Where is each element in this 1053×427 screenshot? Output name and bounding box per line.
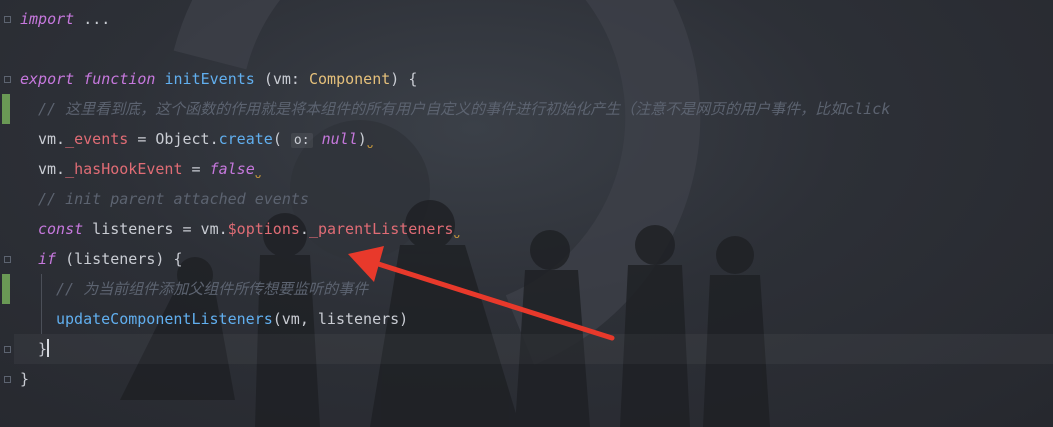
identifier: listeners = vm. [83, 220, 228, 238]
params-open: (vm: [254, 70, 309, 88]
function-name: initEvents [164, 70, 255, 88]
fold-icon[interactable] [4, 256, 11, 263]
code-line-6[interactable]: // init parent attached events [38, 184, 309, 214]
fold-icon[interactable] [4, 346, 11, 353]
warning-squiggle[interactable]: ᴗ [255, 168, 262, 181]
editor-gutter [0, 0, 14, 427]
collapsed-imports[interactable]: ... [74, 10, 110, 28]
current-line-highlight [14, 334, 1053, 364]
code-line-8[interactable]: if (listeners) { [38, 244, 183, 274]
property-name: _parentListeners [308, 220, 454, 238]
property-name: _events [65, 130, 129, 148]
identifier: (listeners) { [56, 250, 183, 268]
fold-icon[interactable] [4, 16, 11, 23]
change-marker [2, 94, 10, 124]
code-editor[interactable]: import ... export function initEvents (v… [0, 0, 1053, 427]
code-line-11[interactable]: } [38, 334, 50, 364]
property-name: _hasHookEvent [65, 160, 183, 178]
literal: false [209, 160, 255, 178]
keyword-function: function [83, 70, 156, 88]
identifier: = [182, 160, 210, 178]
warning-squiggle[interactable]: ᴗ [367, 138, 374, 151]
code-line-2[interactable]: export function initEvents (vm: Componen… [20, 64, 417, 94]
code-line-9[interactable]: // 为当前组件添加父组件所传想要监听的事件 [56, 274, 368, 304]
keyword-if: if [38, 250, 57, 268]
identifier: = Object. [128, 130, 219, 148]
paren: ( [272, 130, 291, 148]
text-caret [47, 339, 50, 357]
code-line-4[interactable]: vm._events = Object.create( o: null)ᴗ [38, 124, 373, 154]
code-line-5[interactable]: vm._hasHookEvent = falseᴗ [38, 154, 261, 184]
type-name: Component [309, 70, 391, 88]
fold-icon[interactable] [4, 376, 11, 383]
call-args: (vm, listeners) [272, 310, 409, 328]
paren: ) [357, 130, 367, 148]
fold-icon[interactable] [4, 76, 11, 83]
code-line-12[interactable]: } [20, 364, 29, 394]
comment-text: // 这里看到底，这个函数的作用就是将本组件的所有用户自定义的事件进行初始化产生… [38, 100, 891, 118]
warning-squiggle[interactable]: ᴗ [453, 228, 460, 241]
dot: . [299, 220, 309, 238]
indent-guide [41, 274, 42, 334]
code-line-1[interactable]: import ... [20, 4, 110, 34]
literal: null [321, 130, 358, 148]
change-marker [2, 274, 10, 304]
code-line-7[interactable]: const listeners = vm.$options._parentLis… [38, 214, 460, 244]
closing-brace: } [38, 340, 48, 358]
comment-text: // init parent attached events [38, 190, 309, 208]
property-name: $options [227, 220, 300, 238]
closing-brace: } [20, 370, 30, 388]
function-call: updateComponentListeners [56, 310, 273, 328]
params-close: ) { [390, 70, 418, 88]
identifier: vm. [38, 130, 66, 148]
code-line-3[interactable]: // 这里看到底，这个函数的作用就是将本组件的所有用户自定义的事件进行初始化产生… [38, 94, 890, 124]
keyword-export: export [20, 70, 75, 88]
parameter-hint: o: [290, 133, 313, 148]
keyword-const: const [38, 220, 84, 238]
keyword-import: import [20, 10, 75, 28]
comment-text: // 为当前组件添加父组件所传想要监听的事件 [56, 280, 369, 298]
code-line-10[interactable]: updateComponentListeners(vm, listeners) [56, 304, 408, 334]
identifier: vm. [38, 160, 66, 178]
method-name: create [218, 130, 273, 148]
